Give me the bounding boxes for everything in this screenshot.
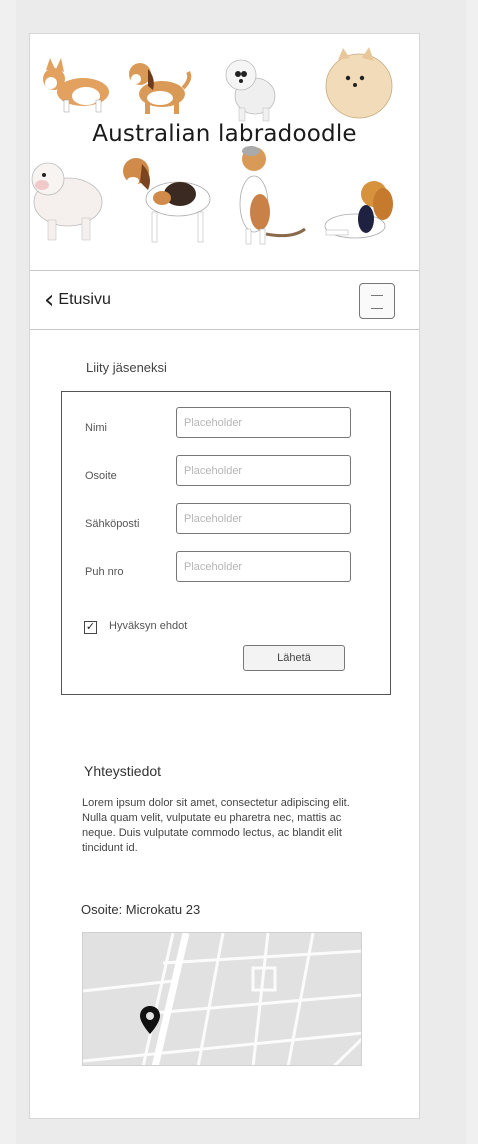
back-link[interactable]: ‹ Etusivu (44, 287, 111, 313)
mobile-frame: Australian labradoodle ‹ Etusivu Liity j… (29, 33, 420, 1119)
map-streets (83, 933, 361, 1065)
hamburger-menu-icon (371, 308, 383, 309)
join-section-title: Liity jäseneksi (86, 360, 167, 375)
hamburger-menu-icon (371, 295, 383, 296)
pomeranian-illustration (325, 47, 393, 119)
sitting-beagle-illustration (239, 146, 306, 245)
bulldog-illustration (31, 162, 103, 241)
dog-illustrations (31, 47, 393, 245)
contact-section-title: Yhteystiedot (84, 763, 162, 779)
phone-label: Puh nro (85, 566, 124, 578)
contact-description: Lorem ipsum dolor sit amet, consectetur … (82, 797, 350, 854)
top-navigation-bar: ‹ Etusivu (30, 270, 419, 330)
menu-button[interactable] (359, 283, 395, 319)
map-pin-icon (140, 1006, 160, 1034)
name-field[interactable] (176, 407, 351, 438)
address-label: Osoite (85, 470, 117, 482)
hero-title: Australian labradoodle (92, 121, 357, 147)
hero-banner: Australian labradoodle (30, 34, 419, 270)
beagle-illustration (123, 153, 216, 243)
submit-button[interactable]: Lähetä (243, 645, 345, 671)
phone-field[interactable] (176, 551, 351, 582)
cavalier-illustration (324, 181, 393, 239)
chevron-left-icon: ‹ (44, 285, 55, 315)
name-label: Nimi (85, 422, 107, 434)
beagle-puppy-illustration (129, 63, 192, 114)
location-map[interactable] (82, 932, 362, 1066)
bichon-illustration (225, 59, 276, 122)
corgi-illustration (43, 58, 109, 113)
terms-checkbox[interactable]: ✓ (84, 621, 97, 634)
terms-label: Hyväksyn ehdot (109, 620, 188, 632)
email-field[interactable] (176, 503, 351, 534)
email-label: Sähköposti (85, 518, 140, 530)
address-text: Osoite: Microkatu 23 (81, 902, 201, 917)
address-field[interactable] (176, 455, 351, 486)
join-form: Nimi Osoite Sähköposti Puh nro ✓ Hyväksy… (61, 391, 391, 695)
back-link-label: Etusivu (58, 291, 111, 308)
